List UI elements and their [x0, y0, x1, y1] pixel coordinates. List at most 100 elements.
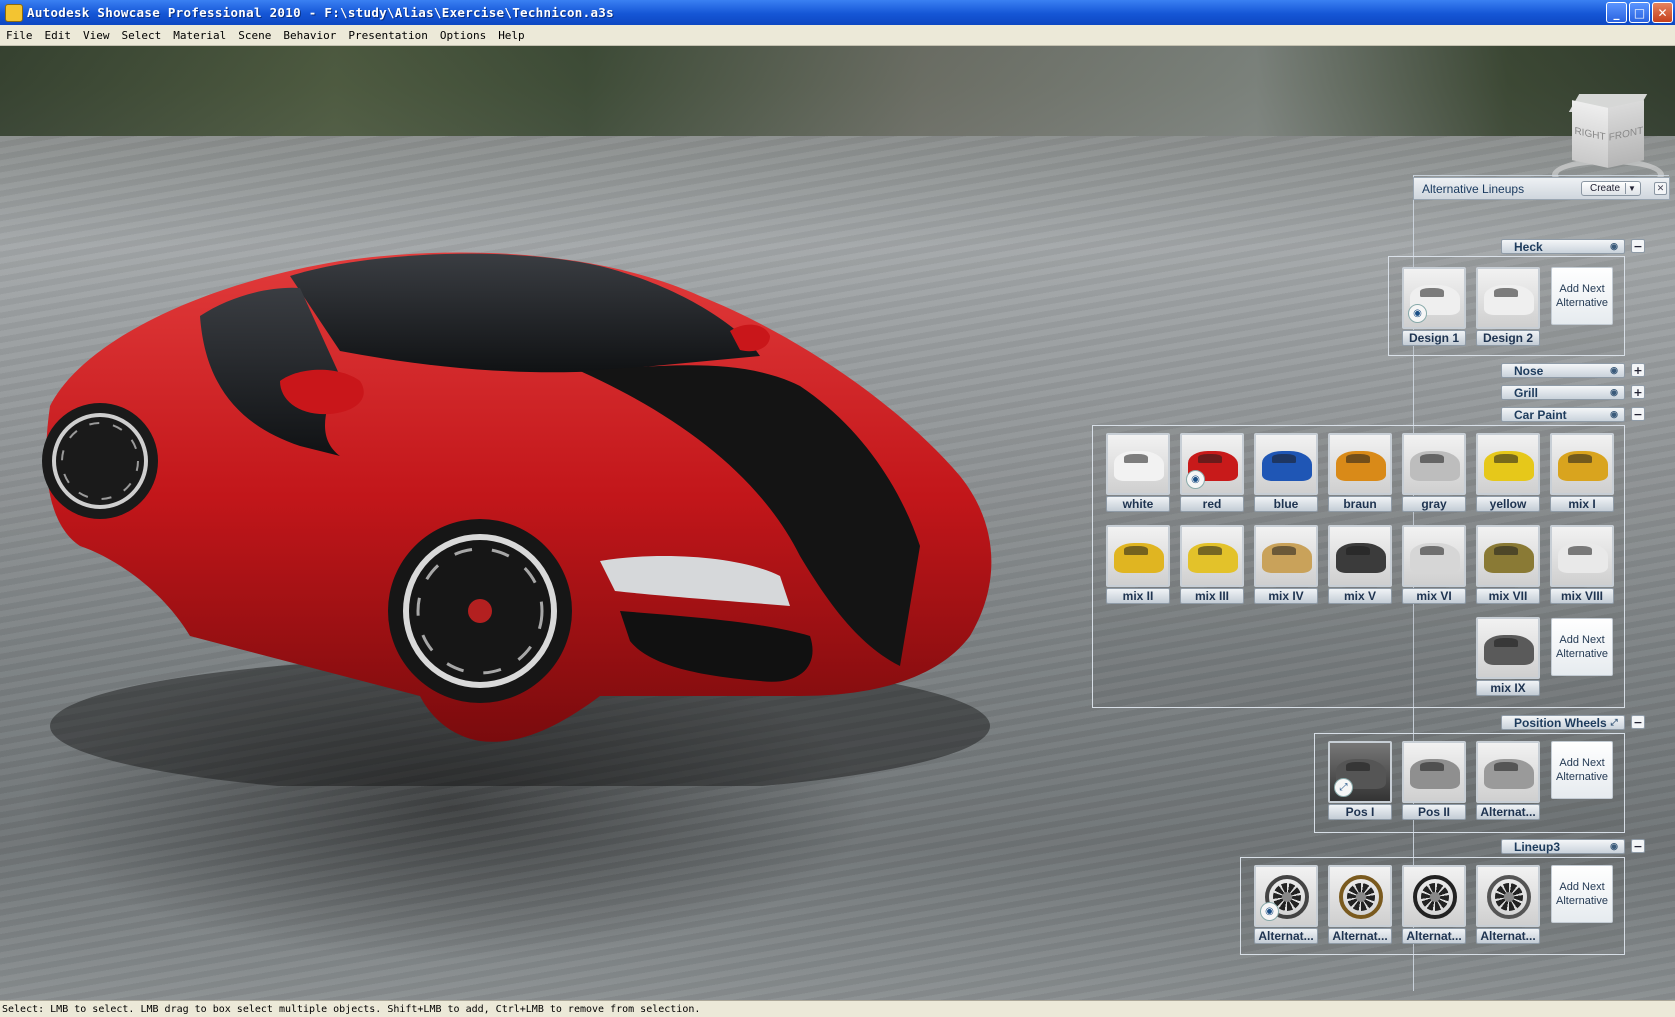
- eye-icon[interactable]: ◉: [1608, 387, 1620, 398]
- menu-bar: File Edit View Select Material Scene Beh…: [0, 25, 1675, 46]
- menu-material[interactable]: Material: [167, 29, 232, 42]
- paint-swatch-thumbnail[interactable]: mix IV: [1254, 525, 1318, 605]
- paint-swatch-thumbnail[interactable]: mix V: [1328, 525, 1392, 605]
- paint-swatch-thumbnail[interactable]: braun: [1328, 433, 1392, 513]
- alternative-thumbnail[interactable]: ◉ Design 1: [1402, 267, 1466, 347]
- eye-icon[interactable]: ◉: [1608, 841, 1620, 852]
- paint-swatch-thumbnail[interactable]: blue: [1254, 433, 1318, 513]
- eye-icon[interactable]: ◉: [1608, 409, 1620, 420]
- paint-swatch-thumbnail[interactable]: yellow: [1476, 433, 1540, 513]
- thumbnail-label: mix VII: [1476, 588, 1540, 604]
- eye-icon[interactable]: ◉: [1608, 241, 1620, 252]
- view-cube-right-face[interactable]: RIGHT: [1572, 100, 1608, 168]
- add-next-alternative-button[interactable]: Add Next Alternative: [1551, 865, 1613, 923]
- paint-swatch-thumbnail[interactable]: gray: [1402, 433, 1466, 513]
- collapse-heck-button[interactable]: −: [1631, 239, 1645, 253]
- close-panel-icon[interactable]: ✕: [1654, 182, 1667, 195]
- collapse-lineup3-button[interactable]: −: [1631, 839, 1645, 853]
- alternative-thumbnail[interactable]: ◉ Alternat...: [1254, 865, 1318, 945]
- thumbnail-label: mix VIII: [1550, 588, 1614, 604]
- group-name: Grill: [1514, 385, 1539, 400]
- thumbnail-label: Alternat...: [1328, 928, 1392, 944]
- alternative-thumbnail[interactable]: Alternat...: [1476, 865, 1540, 945]
- eye-icon: ◉: [1186, 470, 1205, 489]
- thumbnail-label: Alternat...: [1402, 928, 1466, 944]
- menu-behavior[interactable]: Behavior: [277, 29, 342, 42]
- menu-view[interactable]: View: [77, 29, 116, 42]
- thumbnail-label: Alternat...: [1476, 928, 1540, 944]
- expand-grill-button[interactable]: +: [1631, 385, 1645, 399]
- group-name: Nose: [1514, 363, 1544, 378]
- collapse-car-paint-button[interactable]: −: [1631, 407, 1645, 421]
- group-header-grill[interactable]: Grill ◉: [1501, 385, 1625, 400]
- thumbnail-label: yellow: [1476, 496, 1540, 512]
- thumbnail-label: mix IV: [1254, 588, 1318, 604]
- paint-swatch-thumbnail[interactable]: mix II: [1106, 525, 1170, 605]
- add-next-alternative-button[interactable]: Add Next Alternative: [1551, 618, 1613, 676]
- alternative-thumbnail[interactable]: Alternat...: [1328, 865, 1392, 945]
- paint-swatch-thumbnail[interactable]: mix I: [1550, 433, 1614, 513]
- paint-swatch-thumbnail[interactable]: white: [1106, 433, 1170, 513]
- minimize-button[interactable]: _: [1606, 2, 1627, 23]
- alternative-thumbnail[interactable]: Design 2: [1476, 267, 1540, 347]
- menu-options[interactable]: Options: [434, 29, 492, 42]
- alternative-thumbnail[interactable]: Pos II: [1402, 741, 1466, 821]
- view-cube-front-face[interactable]: FRONT: [1608, 100, 1644, 168]
- add-next-alternative-button[interactable]: Add Next Alternative: [1551, 741, 1613, 799]
- paint-swatch-thumbnail[interactable]: mix VII: [1476, 525, 1540, 605]
- group-header-car-paint[interactable]: Car Paint ◉: [1501, 407, 1625, 422]
- paint-swatch-thumbnail[interactable]: mix VI: [1402, 525, 1466, 605]
- thumbnail-label: mix II: [1106, 588, 1170, 604]
- thumbnail-label: red: [1180, 496, 1244, 512]
- eye-icon[interactable]: ◉: [1608, 365, 1620, 376]
- menu-help[interactable]: Help: [492, 29, 531, 42]
- paint-swatch-thumbnail[interactable]: ◉ red: [1180, 433, 1244, 513]
- title-bar: Autodesk Showcase Professional 2010 - F:…: [0, 0, 1675, 25]
- group-header-heck[interactable]: Heck ◉: [1501, 239, 1625, 254]
- menu-scene[interactable]: Scene: [232, 29, 277, 42]
- group-name: Position Wheels: [1514, 715, 1607, 730]
- alternative-thumbnail[interactable]: ⤢ Pos I: [1328, 741, 1392, 821]
- menu-select[interactable]: Select: [116, 29, 168, 42]
- alternative-thumbnail[interactable]: Alternat...: [1476, 741, 1540, 821]
- chevron-down-icon[interactable]: ▼: [1625, 183, 1638, 194]
- close-button[interactable]: ✕: [1652, 2, 1673, 23]
- maximize-button[interactable]: □: [1629, 2, 1650, 23]
- eye-icon: ◉: [1408, 304, 1427, 323]
- alternative-lineups-header: Alternative Lineups Create ▼ ✕: [1413, 177, 1670, 200]
- alternative-thumbnail[interactable]: Alternat...: [1402, 865, 1466, 945]
- paint-swatch-thumbnail[interactable]: mix VIII: [1550, 525, 1614, 605]
- group-header-position-wheels[interactable]: Position Wheels ⤢: [1501, 715, 1625, 730]
- thumbnail-label: white: [1106, 496, 1170, 512]
- thumbnail-label: Alternat...: [1476, 804, 1540, 820]
- collapse-position-wheels-button[interactable]: −: [1631, 715, 1645, 729]
- app-icon: [5, 3, 23, 22]
- menu-presentation[interactable]: Presentation: [342, 29, 433, 42]
- thumbnail-label: gray: [1402, 496, 1466, 512]
- group-header-nose[interactable]: Nose ◉: [1501, 363, 1625, 378]
- menu-edit[interactable]: Edit: [39, 29, 78, 42]
- paint-swatch-thumbnail[interactable]: mix III: [1180, 525, 1244, 605]
- status-bar: Select: LMB to select. LMB drag to box s…: [0, 1000, 1675, 1017]
- thumbnail-label: Pos I: [1328, 804, 1392, 820]
- thumbnail-label: Pos II: [1402, 804, 1466, 820]
- expand-nose-button[interactable]: +: [1631, 363, 1645, 377]
- menu-file[interactable]: File: [0, 29, 39, 42]
- group-name: Heck: [1514, 239, 1543, 254]
- eye-icon: ◉: [1260, 902, 1279, 921]
- add-next-alternative-button[interactable]: Add Next Alternative: [1551, 267, 1613, 325]
- transform-icon[interactable]: ⤢: [1608, 717, 1620, 728]
- thumbnail-label: mix IX: [1476, 680, 1540, 696]
- group-header-lineup3[interactable]: Lineup3 ◉: [1501, 839, 1625, 854]
- paint-swatch-thumbnail[interactable]: mix IX: [1476, 617, 1540, 697]
- thumbnail-label: blue: [1254, 496, 1318, 512]
- thumbnail-label: mix V: [1328, 588, 1392, 604]
- thumbnail-label: mix III: [1180, 588, 1244, 604]
- red-sports-car-model[interactable]: [40, 226, 1060, 786]
- create-button[interactable]: Create ▼: [1581, 181, 1641, 196]
- create-label: Create: [1590, 183, 1621, 194]
- thumbnail-label: Alternat...: [1254, 928, 1318, 944]
- panel-title: Alternative Lineups: [1422, 181, 1525, 196]
- thumbnail-label: braun: [1328, 496, 1392, 512]
- group-name: Car Paint: [1514, 407, 1567, 422]
